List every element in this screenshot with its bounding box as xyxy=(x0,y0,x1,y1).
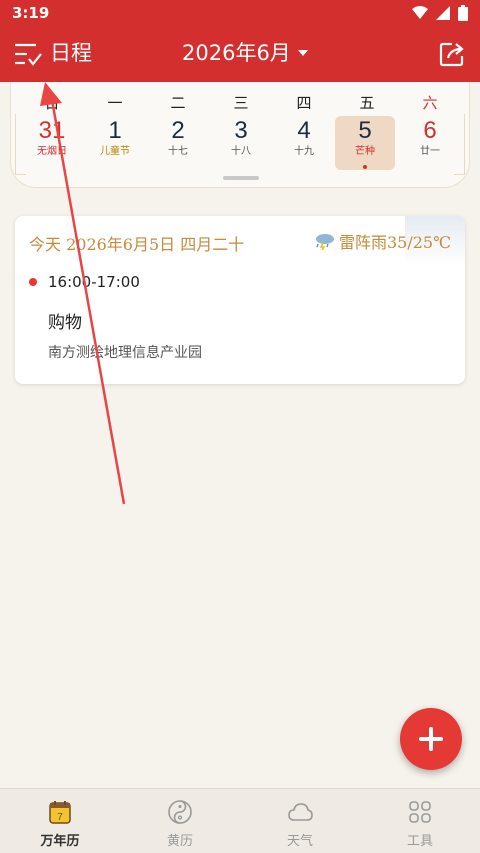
event-title: 购物 xyxy=(48,313,82,333)
schedule-menu-icon[interactable] xyxy=(14,42,42,68)
week-strip: 日 一 二 三 四 五 六 31 无烟日 1 儿童节 2 十七 3 十八 4 十… xyxy=(10,82,470,188)
day-lunar: 十八 xyxy=(231,146,251,157)
today-date: 今天 2026年6月5日 四月二十 xyxy=(29,235,245,254)
battery-icon xyxy=(458,5,468,21)
day-cell-6[interactable]: 6 廿一 xyxy=(402,116,458,170)
weekday-sunday: 日 xyxy=(44,94,60,112)
status-time: 3:19 xyxy=(12,4,50,22)
expand-handle[interactable] xyxy=(223,176,259,180)
weather-info[interactable]: 雷阵雨35/25℃ xyxy=(314,229,451,253)
day-cell-2[interactable]: 2 十七 xyxy=(150,116,206,170)
day-cell-4[interactable]: 4 十九 xyxy=(276,116,332,170)
nav-label: 黄历 xyxy=(166,834,193,849)
status-icons xyxy=(412,5,468,21)
day-number: 4 xyxy=(297,117,311,144)
day-lunar: 十七 xyxy=(168,146,188,157)
weekday-tuesday: 二 xyxy=(170,94,186,112)
nav-item-weather[interactable]: 天气 xyxy=(240,789,360,853)
day-cell-3[interactable]: 3 十八 xyxy=(213,116,269,170)
event-location: 南方测绘地理信息产业园 xyxy=(48,345,202,361)
share-icon[interactable] xyxy=(438,40,466,68)
add-event-button[interactable] xyxy=(400,708,462,770)
bottom-nav: 7 万年历 黄历 天气 工具 xyxy=(0,788,480,853)
month-picker[interactable]: 2026年6月 xyxy=(182,39,309,67)
calendar-icon: 7 xyxy=(49,801,71,824)
app-bar: 日程 2026年6月 xyxy=(0,26,480,82)
day-lunar: 十九 xyxy=(294,146,314,157)
weekday-saturday: 六 xyxy=(422,94,438,112)
yin-yang-icon xyxy=(168,800,192,824)
thunderstorm-icon xyxy=(315,234,334,250)
day-lunar: 无烟日 xyxy=(37,146,67,157)
tools-icon xyxy=(409,801,431,823)
event-time: 16:00-17:00 xyxy=(48,273,140,291)
nav-label: 工具 xyxy=(406,834,433,849)
dropdown-arrow-icon xyxy=(297,50,308,56)
day-lunar: 儿童节 xyxy=(100,146,130,157)
event-indicator-dot xyxy=(363,165,367,169)
wifi-icon xyxy=(412,6,428,19)
day-number: 31 xyxy=(38,117,66,144)
today-event-card[interactable]: 今天 2026年6月5日 四月二十 雷阵雨35/25℃ 16:00-17:00 … xyxy=(15,216,465,384)
day-cell-5-selected[interactable]: 5 芒种 xyxy=(335,116,395,170)
day-cell-31[interactable]: 31 无烟日 xyxy=(24,116,80,170)
day-lunar: 芒种 xyxy=(355,146,375,157)
day-number: 6 xyxy=(423,117,437,144)
svg-text:7: 7 xyxy=(57,812,63,823)
day-number: 1 xyxy=(108,117,122,144)
signal-icon xyxy=(436,6,450,20)
nav-item-calendar[interactable]: 7 万年历 xyxy=(0,789,120,853)
event-dot xyxy=(29,278,37,286)
month-label: 2026年6月 xyxy=(182,41,291,65)
cloud-icon xyxy=(288,803,313,821)
weekday-wednesday: 三 xyxy=(233,94,249,112)
day-number: 2 xyxy=(171,117,185,144)
weather-text: 雷阵雨35/25℃ xyxy=(338,233,451,252)
day-number: 5 xyxy=(358,117,372,144)
page-title: 日程 xyxy=(50,41,92,65)
nav-item-almanac[interactable]: 黄历 xyxy=(120,789,240,853)
nav-label: 天气 xyxy=(286,834,313,849)
weekday-monday: 一 xyxy=(107,94,123,112)
nav-label: 万年历 xyxy=(40,834,80,849)
day-lunar: 廿一 xyxy=(420,146,440,157)
weekday-friday: 五 xyxy=(359,94,375,112)
day-cell-1[interactable]: 1 儿童节 xyxy=(87,116,143,170)
weekday-thursday: 四 xyxy=(296,94,312,112)
nav-item-tools[interactable]: 工具 xyxy=(360,789,480,853)
status-bar: 3:19 xyxy=(0,0,480,26)
day-number: 3 xyxy=(234,117,248,144)
